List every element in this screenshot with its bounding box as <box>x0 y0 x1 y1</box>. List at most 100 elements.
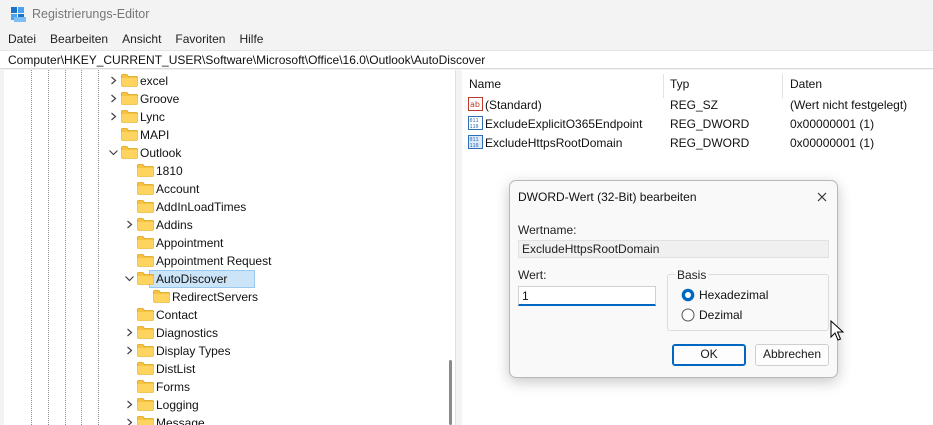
registry-tree[interactable]: excel Groove Lync MAPI Outlook 1810 Account Add… <box>4 70 456 425</box>
tree-node-appointment-request[interactable]: Appointment Request <box>4 252 444 270</box>
basis-label: Basis <box>675 268 709 282</box>
column-header-name[interactable]: Name <box>469 77 501 91</box>
radio-hexadecimal[interactable] <box>681 288 695 302</box>
tree-node-label: Contact <box>156 308 198 322</box>
tree-node-1810[interactable]: 1810 <box>4 162 444 180</box>
tree-node-outlook[interactable]: Outlook <box>4 144 444 162</box>
chevron-right-icon[interactable] <box>124 399 135 410</box>
column-header-type[interactable]: Typ <box>670 77 689 91</box>
tree-node-message[interactable]: Message <box>4 414 444 425</box>
menu-ansicht[interactable]: Ansicht <box>115 30 168 48</box>
folder-icon <box>137 218 154 231</box>
tree-node-contact[interactable]: Contact <box>4 306 444 324</box>
folder-icon <box>137 362 154 375</box>
window-title: Registrierungs-Editor <box>32 7 150 21</box>
tree-node-label: AutoDiscover <box>156 272 228 286</box>
tree-node-autodiscover[interactable]: AutoDiscover <box>4 270 444 288</box>
tree-node-label: Addins <box>156 218 193 232</box>
close-icon[interactable] <box>813 188 831 206</box>
ok-button[interactable]: OK <box>672 344 746 366</box>
value-row[interactable]: 011 110 ExcludeHttpsRootDomain REG_DWORD… <box>462 134 933 153</box>
folder-icon <box>121 74 138 87</box>
tree-node-excel[interactable]: excel <box>4 72 444 90</box>
column-header-data[interactable]: Daten <box>790 77 822 91</box>
chevron-right-icon[interactable] <box>108 93 119 104</box>
tree-node-addins[interactable]: Addins <box>4 216 444 234</box>
column-divider[interactable] <box>663 74 664 98</box>
tree-node-appointment[interactable]: Appointment <box>4 234 444 252</box>
address-input[interactable] <box>0 51 933 69</box>
value-row[interactable]: ab (Standard) REG_SZ (Wert nicht festgel… <box>462 96 933 115</box>
tree-node-label: 1810 <box>156 164 183 178</box>
tree-node-distlist[interactable]: DistList <box>4 360 444 378</box>
title-bar: Registrierungs-Editor <box>0 0 933 30</box>
folder-icon <box>121 128 138 141</box>
chevron-right-icon[interactable] <box>124 327 135 338</box>
svg-text:ab: ab <box>470 100 480 109</box>
folder-icon <box>137 182 154 195</box>
value-row[interactable]: 011 110 ExcludeExplicitO365Endpoint REG_… <box>462 115 933 134</box>
tree-node-addinloadtimes[interactable]: AddInLoadTimes <box>4 198 444 216</box>
dword-value-icon: 011 110 <box>468 135 483 149</box>
tree-node-account[interactable]: Account <box>4 180 444 198</box>
svg-text:110: 110 <box>470 143 479 149</box>
menu-hilfe[interactable]: Hilfe <box>232 30 270 48</box>
tree-node-redirectservers[interactable]: RedirectServers <box>4 288 444 306</box>
chevron-down-icon[interactable] <box>108 147 119 158</box>
value-type: REG_DWORD <box>670 136 750 150</box>
folder-icon <box>137 308 154 321</box>
value-data: (Wert nicht festgelegt) <box>790 98 908 112</box>
value-name: ExcludeExplicitO365Endpoint <box>485 117 643 131</box>
basis-group <box>667 274 829 331</box>
tree-node-label: MAPI <box>140 128 170 142</box>
value-data-label: Wert: <box>518 268 547 282</box>
chevron-right-icon[interactable] <box>108 111 119 122</box>
tree-node-diagnostics[interactable]: Diagnostics <box>4 324 444 342</box>
radio-hexadecimal-label[interactable]: Hexadezimal <box>699 288 768 302</box>
tree-node-label: Lync <box>140 110 165 124</box>
folder-icon <box>137 272 154 285</box>
tree-node-label: Message <box>156 416 205 425</box>
folder-icon <box>137 236 154 249</box>
chevron-down-icon[interactable] <box>124 273 135 284</box>
tree-node-label: Account <box>156 182 200 196</box>
tree-node-logging[interactable]: Logging <box>4 396 444 414</box>
tree-node-label: Logging <box>156 398 199 412</box>
menu-bar: Datei Bearbeiten Ansicht Favoriten Hilfe <box>0 30 933 48</box>
tree-node-display-types[interactable]: Display Types <box>4 342 444 360</box>
tree-node-label: AddInLoadTimes <box>156 200 247 214</box>
tree-node-forms[interactable]: Forms <box>4 378 444 396</box>
tree-node-label: Display Types <box>156 344 231 358</box>
cancel-button[interactable]: Abbrechen <box>755 344 829 366</box>
value-data: 0x00000001 (1) <box>790 136 875 150</box>
menu-bearbeiten[interactable]: Bearbeiten <box>43 30 115 48</box>
tree-node-label: Groove <box>140 92 180 106</box>
tree-node-groove[interactable]: Groove <box>4 90 444 108</box>
tree-scrollbar-thumb[interactable] <box>449 360 452 425</box>
value-name: ExcludeHttpsRootDomain <box>485 136 623 150</box>
value-name-label: Wertname: <box>518 223 577 237</box>
tree-node-label: Outlook <box>140 146 182 160</box>
tree-node-label: DistList <box>156 362 196 376</box>
folder-icon <box>137 326 154 339</box>
tree-node-lync[interactable]: Lync <box>4 108 444 126</box>
chevron-right-icon[interactable] <box>124 219 135 230</box>
chevron-right-icon[interactable] <box>108 75 119 86</box>
chevron-right-icon[interactable] <box>124 417 135 425</box>
tree-node-label: Appointment Request <box>156 254 272 268</box>
list-header: Name Typ Daten <box>462 74 933 98</box>
value-type: REG_SZ <box>670 98 719 112</box>
mouse-cursor-icon <box>830 320 844 341</box>
registry-editor-app-icon <box>11 7 26 22</box>
menu-favoriten[interactable]: Favoriten <box>168 30 232 48</box>
dialog-title: DWORD-Wert (32-Bit) bearbeiten <box>518 190 697 204</box>
tree-node-mapi[interactable]: MAPI <box>4 126 444 144</box>
menu-datei[interactable]: Datei <box>0 30 43 48</box>
radio-decimal[interactable] <box>681 308 695 322</box>
tree-node-label: Diagnostics <box>156 326 219 340</box>
string-value-icon: ab <box>468 97 483 111</box>
column-divider[interactable] <box>782 74 783 98</box>
value-data-input[interactable] <box>518 286 656 306</box>
chevron-right-icon[interactable] <box>124 345 135 356</box>
radio-decimal-label[interactable]: Dezimal <box>699 308 742 322</box>
